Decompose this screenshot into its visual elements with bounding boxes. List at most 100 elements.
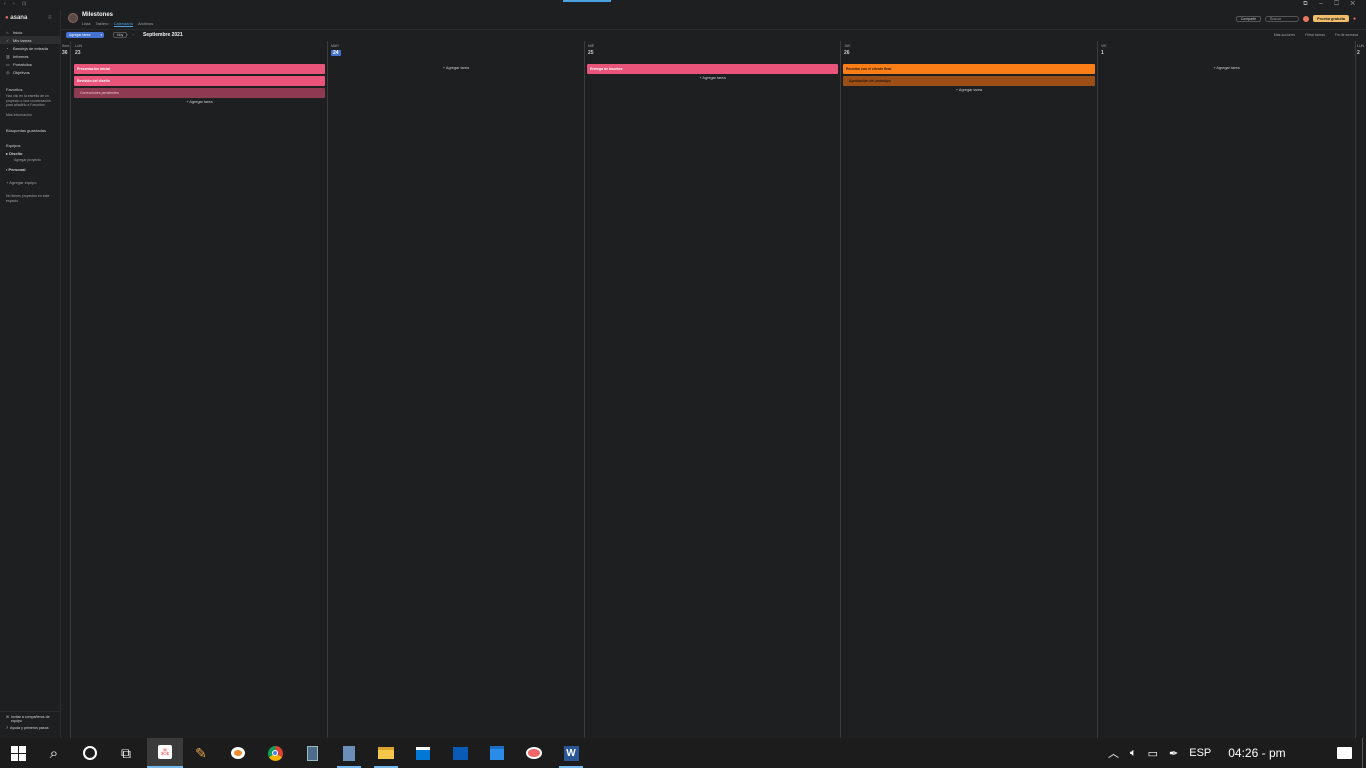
add-team-button[interactable]: + Agregar equipo bbox=[6, 180, 56, 185]
calendar-day[interactable]: LUN 23 Presentación inicial Revisión del di… bbox=[72, 41, 328, 738]
project-title[interactable]: Milestones bbox=[82, 12, 113, 18]
calendar-day[interactable]: MIÉ 25 Entrega de bocetos + Agregar tarea bbox=[585, 41, 841, 738]
tab-board[interactable]: Tablero bbox=[95, 21, 108, 27]
add-task-link[interactable]: + Agregar tarea bbox=[1100, 66, 1353, 70]
no-projects-text: No tienes proyectos en este espacio bbox=[6, 194, 50, 203]
bell-icon: ◔ bbox=[6, 45, 9, 51]
share-button[interactable]: Compartir bbox=[1235, 15, 1262, 22]
calendar-toolbar: Agregar tarea ▾ Hoy ‹› Septiembre 2021 Má… bbox=[62, 31, 1366, 41]
project-avatar[interactable] bbox=[68, 13, 78, 23]
calendar-day[interactable]: JUE 26 Reunión con el cliente final Aprobac… bbox=[841, 41, 1098, 738]
day-of-week: JUE bbox=[844, 44, 851, 48]
add-task-link[interactable]: + Agregar tarea bbox=[74, 100, 325, 104]
editor-icon[interactable] bbox=[331, 738, 367, 768]
chevron-right-icon[interactable]: › bbox=[132, 32, 137, 37]
toolbar-right: Más acciones Filtrar tareas Fin de seman… bbox=[1274, 33, 1358, 37]
word-icon[interactable]: W bbox=[553, 738, 589, 768]
today-button[interactable]: Hoy bbox=[113, 32, 128, 38]
task-view-icon[interactable]: ⧉ bbox=[108, 738, 144, 768]
store-icon[interactable] bbox=[405, 738, 441, 768]
add-task-link[interactable]: + Agregar tarea bbox=[330, 66, 582, 70]
search-icon[interactable]: ⌕ bbox=[36, 738, 72, 768]
show-desktop-button[interactable] bbox=[1362, 738, 1366, 768]
task-card[interactable]: Reunión con el cliente final bbox=[843, 64, 1095, 74]
pencil-app-icon[interactable]: ✎ bbox=[183, 738, 219, 768]
mail-icon[interactable] bbox=[442, 738, 478, 768]
search-input[interactable]: Buscar bbox=[1265, 15, 1300, 22]
calculator-icon[interactable] bbox=[294, 738, 330, 768]
tab-list[interactable]: Lista bbox=[82, 21, 90, 27]
tab-files[interactable]: Archivos bbox=[138, 21, 153, 27]
help-button[interactable]: ? Ayuda y primeros pasos bbox=[0, 726, 60, 730]
add-task-button[interactable]: Agregar tarea ▾ bbox=[66, 32, 104, 38]
weekend-toggle[interactable]: Fin de semana bbox=[1335, 33, 1358, 37]
calendar-day[interactable]: MAR 24 + Agregar tarea bbox=[328, 41, 585, 738]
task-card[interactable]: Presentación inicial bbox=[74, 64, 325, 74]
sidebar-item-my-tasks[interactable]: ✓ Mis tareas bbox=[0, 36, 60, 44]
chevron-down-icon[interactable]: ▾ bbox=[100, 33, 102, 37]
header-actions: Compartir Buscar Prueba gratuita ● bbox=[1235, 15, 1356, 22]
sidebar-item-portfolios[interactable]: ▭ Portafolios bbox=[0, 60, 60, 68]
sidebar-item-inbox[interactable]: ◔ Bandeja de entrada bbox=[0, 44, 60, 52]
pen-icon[interactable]: ✒ bbox=[1169, 747, 1178, 760]
favorites-title: Favoritos bbox=[6, 87, 23, 92]
calendar-app-icon[interactable] bbox=[479, 738, 515, 768]
team-project[interactable]: Agregar proyecto bbox=[14, 158, 64, 163]
sidebar-item-label: Inicio bbox=[13, 29, 23, 35]
check-icon: ✓ bbox=[6, 37, 10, 43]
cortana-icon[interactable] bbox=[72, 738, 108, 768]
filter-button[interactable]: Filtrar tareas bbox=[1305, 33, 1325, 37]
windows-start-icon[interactable] bbox=[0, 738, 36, 768]
collapse-sidebar-icon[interactable]: ≡ bbox=[48, 15, 52, 21]
notifications-icon[interactable] bbox=[1326, 738, 1362, 768]
sidebar-item-label: Portafolios bbox=[13, 61, 32, 67]
team-design[interactable]: ▸ Diseño bbox=[6, 151, 56, 156]
task-card[interactable]: Revisión del diseño bbox=[74, 76, 325, 86]
task-card[interactable]: Entrega de bocetos bbox=[587, 64, 838, 74]
tab-calendar[interactable]: Calendario bbox=[113, 21, 133, 27]
folder-icon: ▭ bbox=[6, 61, 10, 67]
task-card[interactable]: Aprobación del prototipo bbox=[843, 76, 1095, 86]
invite-label: Invitar a compañeros de equipo bbox=[11, 715, 50, 723]
chevron-up-icon[interactable]: ︿ bbox=[1108, 745, 1119, 761]
title-nav-controls[interactable]: ‹ › ⊡ bbox=[4, 1, 29, 7]
add-task-label: Agregar tarea bbox=[69, 33, 91, 37]
blender-icon[interactable] bbox=[220, 738, 256, 768]
month-label: Septiembre 2021 bbox=[143, 32, 183, 38]
volume-icon[interactable]: 🔈︎ bbox=[1130, 747, 1137, 760]
day-of-week: MIÉ bbox=[588, 44, 595, 48]
add-task-link[interactable]: + Agregar tarea bbox=[587, 76, 838, 80]
month-nav[interactable]: ‹› bbox=[127, 32, 138, 37]
day-tasks: Presentación inicial Revisión del diseño C… bbox=[74, 64, 325, 104]
more-actions-button[interactable]: Más acciones bbox=[1274, 33, 1295, 37]
sidebar-item-home[interactable]: ⌂ Inicio bbox=[0, 28, 60, 36]
asana-icon[interactable]: ⁂ bbox=[147, 738, 183, 768]
sidebar-item-reports[interactable]: ▥ Informes bbox=[0, 52, 60, 60]
add-task-link[interactable]: + Agregar tarea bbox=[843, 88, 1095, 92]
task-card[interactable]: Correcciones pendientes bbox=[74, 88, 325, 98]
help-icon[interactable]: ● bbox=[1353, 16, 1356, 22]
upgrade-button[interactable]: Prueba gratuita bbox=[1313, 15, 1349, 22]
file-explorer-icon[interactable] bbox=[368, 738, 404, 768]
invite-teammates-button[interactable]: ✉ Invitar a compañeros de equipo bbox=[0, 715, 60, 723]
avatar[interactable] bbox=[1303, 15, 1310, 22]
clock[interactable]: 04:26 - pm bbox=[1228, 746, 1285, 760]
project-tabs: Lista Tablero Calendario Archivos bbox=[82, 21, 153, 27]
language-indicator[interactable]: ESP bbox=[1189, 747, 1211, 759]
home-icon: ⌂ bbox=[6, 29, 9, 35]
asana-logo[interactable]: ● asana bbox=[5, 15, 27, 21]
chart-icon: ▥ bbox=[6, 53, 10, 59]
chrome-icon[interactable] bbox=[257, 738, 293, 768]
saved-searches[interactable]: Búsquedas guardadas bbox=[6, 128, 56, 133]
paint-icon[interactable] bbox=[516, 738, 552, 768]
personal-label: Personal bbox=[8, 167, 26, 172]
network-icon[interactable]: ▭ bbox=[1148, 747, 1158, 760]
sidebar-item-goals[interactable]: ◎ Objetivos bbox=[0, 68, 60, 76]
personal-team[interactable]: ▪ Personal bbox=[6, 167, 56, 172]
favorites-link[interactable]: Más información bbox=[6, 113, 56, 118]
team-name: Diseño bbox=[9, 151, 23, 156]
target-icon: ◎ bbox=[6, 69, 10, 75]
window-controls[interactable]: ⧉ – ☐ ✕ bbox=[1303, 1, 1360, 8]
calendar-day[interactable]: VIE 1 + Agregar tarea bbox=[1098, 41, 1356, 738]
week-label: Sem. bbox=[62, 44, 71, 48]
